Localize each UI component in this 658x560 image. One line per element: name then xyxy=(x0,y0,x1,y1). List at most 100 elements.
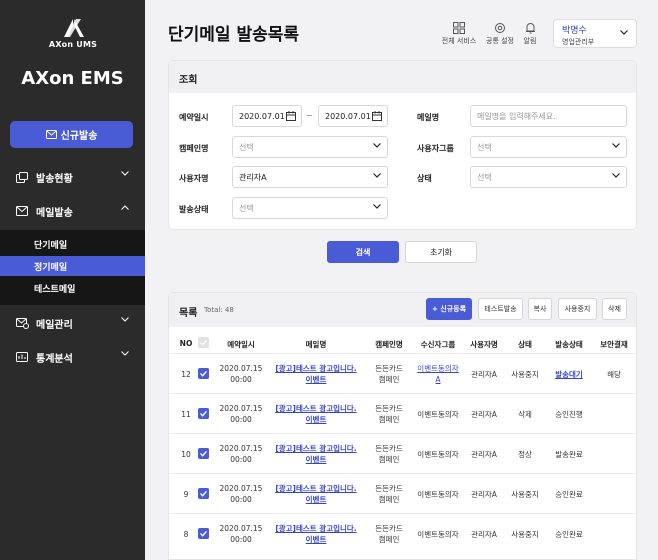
table-row[interactable]: 10 2020.07.15 00:00 [광고]테스트 광고입니다. 이벤트 든든카드 캠페… xyxy=(169,433,636,473)
reserve-date-label: 예약일시 xyxy=(179,113,209,122)
notification-button[interactable]: 알림 xyxy=(505,22,555,46)
checkmark-icon xyxy=(200,490,208,497)
column-header: NO xyxy=(179,339,193,348)
delete-button[interactable]: 삭제 xyxy=(602,298,627,320)
row-date-day: 2020.07.15 xyxy=(219,524,263,533)
row-mail-name-link[interactable]: [광고]테스트 광고입니다. 이벤트 xyxy=(272,354,360,394)
stats-icon xyxy=(16,352,30,362)
sidebar-item-mail-manage[interactable]: 메일관리 xyxy=(0,311,145,335)
date-from-field[interactable]: 2020.07.01 xyxy=(232,105,302,127)
user-select[interactable]: 관리자A xyxy=(232,166,388,188)
row-send-status: 승인완료 xyxy=(555,489,583,499)
table-row[interactable]: 12 2020.07.15 00:00 [광고]테스트 광고입니다. 이벤트 든든카드 캠페… xyxy=(169,353,636,393)
row-campaign-line2: 캠페인 xyxy=(378,535,400,544)
row-campaign-line2: 캠페인 xyxy=(378,495,400,504)
chevron-down-icon xyxy=(373,173,381,178)
mail-icon xyxy=(16,206,30,216)
campaign-select[interactable]: 선택 xyxy=(232,136,388,158)
row-recipient-group[interactable]: 이벤트동의자 A xyxy=(415,354,461,394)
row-checkbox[interactable] xyxy=(198,448,209,459)
mail-name-input[interactable]: 메일명을 입력해주세요. xyxy=(470,105,627,127)
row-group-line1: 이벤트동의자 xyxy=(417,364,459,373)
sidebar-item-test-mail[interactable]: 테스트메일 xyxy=(0,278,145,298)
row-state: 정상 xyxy=(518,449,532,459)
campaign-label: 캠페인명 xyxy=(179,144,209,153)
row-date: 2020.07.15 00:00 xyxy=(213,354,269,394)
row-date-time: 00:00 xyxy=(230,535,252,544)
row-state: 삭제 xyxy=(518,409,532,419)
user-name: 박명수 xyxy=(562,26,587,36)
row-mail-name-link[interactable]: [광고]테스트 광고입니다. 이벤트 xyxy=(272,514,360,554)
row-approval: 해당 xyxy=(607,369,621,379)
column-header: 발송상태 xyxy=(555,340,583,349)
sidebar: AXon UMS AXon EMS 신규발송 발송현황 메일발송 단기메일 정기… xyxy=(0,0,145,560)
user-value: 관리자A xyxy=(239,172,267,182)
row-send-status[interactable]: 발송대기 xyxy=(545,354,593,394)
user-group-select[interactable]: 선택 xyxy=(470,136,627,158)
date-to-field[interactable]: 2020.07.01 xyxy=(318,105,388,127)
table-row[interactable]: 9 2020.07.15 00:00 [광고]테스트 광고입니다. 이벤트 든든카드 캠페인… xyxy=(169,473,636,513)
chevron-down-icon xyxy=(620,30,628,35)
row-checkbox[interactable] xyxy=(198,408,209,419)
test-send-button[interactable]: 테스트발송 xyxy=(478,298,523,320)
logo[interactable]: AXon UMS xyxy=(48,17,98,49)
row-group-line1: 이벤트동의자 xyxy=(417,409,459,419)
row-mail-name-line1: [광고]테스트 광고입니다. xyxy=(275,364,357,373)
table-row[interactable]: 8 2020.07.15 00:00 [광고]테스트 광고입니다. 이벤트 든든카드 캠페인… xyxy=(169,513,636,553)
sidebar-item-mail-send[interactable]: 메일발송 xyxy=(0,199,145,223)
row-user: 관리자A xyxy=(471,409,497,419)
list-header: 목록 Total: 48 + 신규등록 테스트발송 복사 사용중지 삭제 xyxy=(169,293,636,327)
row-date-time: 00:00 xyxy=(230,495,252,504)
row-date-day: 2020.07.15 xyxy=(219,364,263,373)
sidebar-item-short-mail[interactable]: 단기메일 xyxy=(0,234,145,254)
row-mail-name-line1: [광고]테스트 광고입니다. xyxy=(275,404,357,413)
row-checkbox[interactable] xyxy=(198,368,209,379)
send-status-select[interactable]: 선택 xyxy=(232,197,388,219)
select-all-checkbox[interactable] xyxy=(198,337,209,348)
new-send-button[interactable]: 신규발송 xyxy=(10,121,133,148)
new-send-label: 신규발송 xyxy=(60,131,98,142)
row-date: 2020.07.15 00:00 xyxy=(213,514,269,554)
row-date: 2020.07.15 00:00 xyxy=(213,434,269,474)
row-checkbox[interactable] xyxy=(198,488,209,499)
status-select[interactable]: 선택 xyxy=(470,166,627,188)
sidebar-item-send-status[interactable]: 발송현황 xyxy=(0,165,145,189)
row-mail-name-link[interactable]: [광고]테스트 광고입니다. 이벤트 xyxy=(272,434,360,474)
row-mail-name-link[interactable]: [광고]테스트 광고입니다. 이벤트 xyxy=(272,474,360,514)
row-no: 8 xyxy=(183,529,189,539)
new-register-button[interactable]: + 신규등록 xyxy=(426,298,472,320)
reset-button[interactable]: 초기화 xyxy=(405,241,477,263)
row-campaign-line1: 든든카드 xyxy=(375,484,403,493)
user-menu[interactable]: 박명수 영업관리부 xyxy=(553,19,637,48)
row-campaign-line1: 든든카드 xyxy=(375,404,403,413)
checkmark-icon xyxy=(200,370,208,377)
sidebar-item-regular-mail[interactable]: 정기메일 xyxy=(0,256,145,276)
row-date: 2020.07.15 00:00 xyxy=(213,474,269,514)
row-campaign: 든든카드 캠페인 xyxy=(365,394,413,434)
status-value: 선택 xyxy=(477,172,492,182)
row-state: 사용중지 xyxy=(511,529,539,539)
column-header: 메일명 xyxy=(305,340,327,349)
row-checkbox[interactable] xyxy=(198,528,209,539)
row-date-day: 2020.07.15 xyxy=(219,404,263,413)
chevron-down-icon xyxy=(612,143,620,148)
copy-button[interactable]: 복사 xyxy=(528,298,552,320)
table-row[interactable]: 11 2020.07.15 00:00 [광고]테스트 광고입니다. 이벤트 든든카드 캠페… xyxy=(169,393,636,433)
user-label: 사용자명 xyxy=(179,174,209,183)
column-header: 예약일시 xyxy=(227,340,255,349)
user-dept: 영업관리부 xyxy=(562,38,595,46)
notification-label: 알림 xyxy=(523,37,537,45)
row-mail-name-line1: [광고]테스트 광고입니다. xyxy=(275,484,357,493)
row-recipient-group: 이벤트동의자 xyxy=(415,514,461,554)
stop-use-button[interactable]: 사용중지 xyxy=(558,298,597,320)
sidebar-item-stats[interactable]: 통계분석 xyxy=(0,345,145,369)
search-button[interactable]: 검색 xyxy=(327,241,399,263)
row-mail-name-link[interactable]: [광고]테스트 광고입니다. 이벤트 xyxy=(272,394,360,434)
list-panel: 목록 Total: 48 + 신규등록 테스트발송 복사 사용중지 삭제 NO … xyxy=(168,292,637,560)
row-campaign: 든든카드 캠페인 xyxy=(365,434,413,474)
checkmark-icon xyxy=(200,410,208,417)
row-approval xyxy=(595,514,633,554)
row-campaign: 든든카드 캠페인 xyxy=(365,514,413,554)
row-state: 사용중지 xyxy=(511,369,539,379)
date-from-value: 2020.07.01 xyxy=(239,111,285,121)
